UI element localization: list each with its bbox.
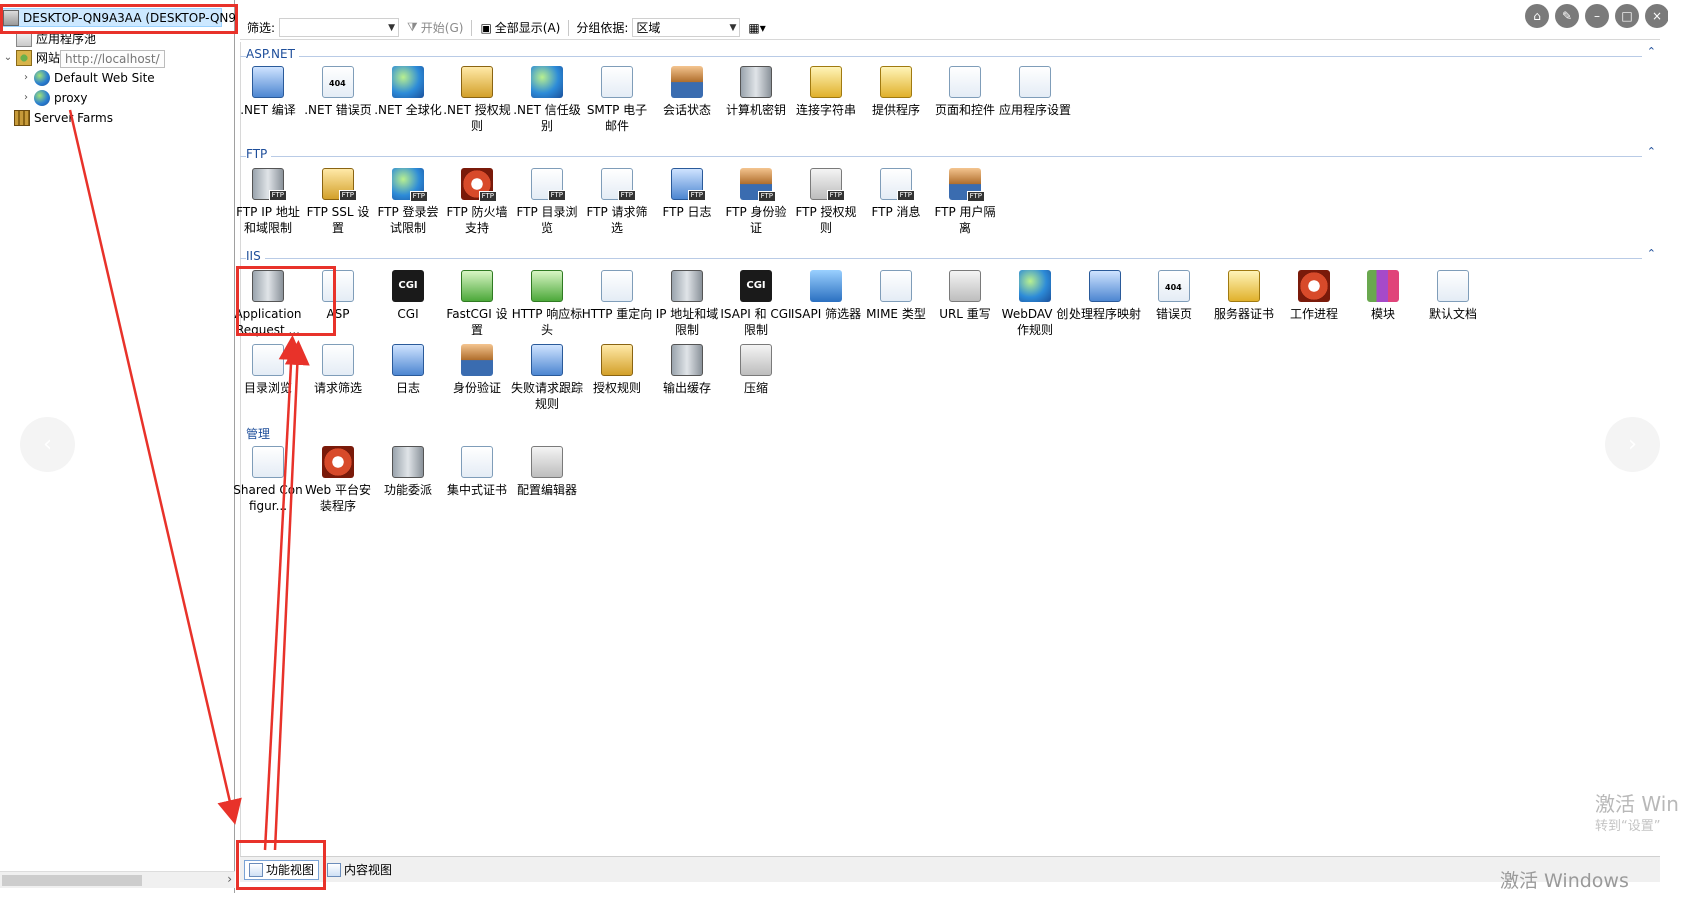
annotation-arrow-down [68, 109, 242, 825]
iis-manager-window: DESKTOP-QN9A3AA (DESKTOP-QN9 应用程序池 ⌄ 网站 … [0, 0, 1691, 900]
annotation-arrows [68, 109, 310, 851]
